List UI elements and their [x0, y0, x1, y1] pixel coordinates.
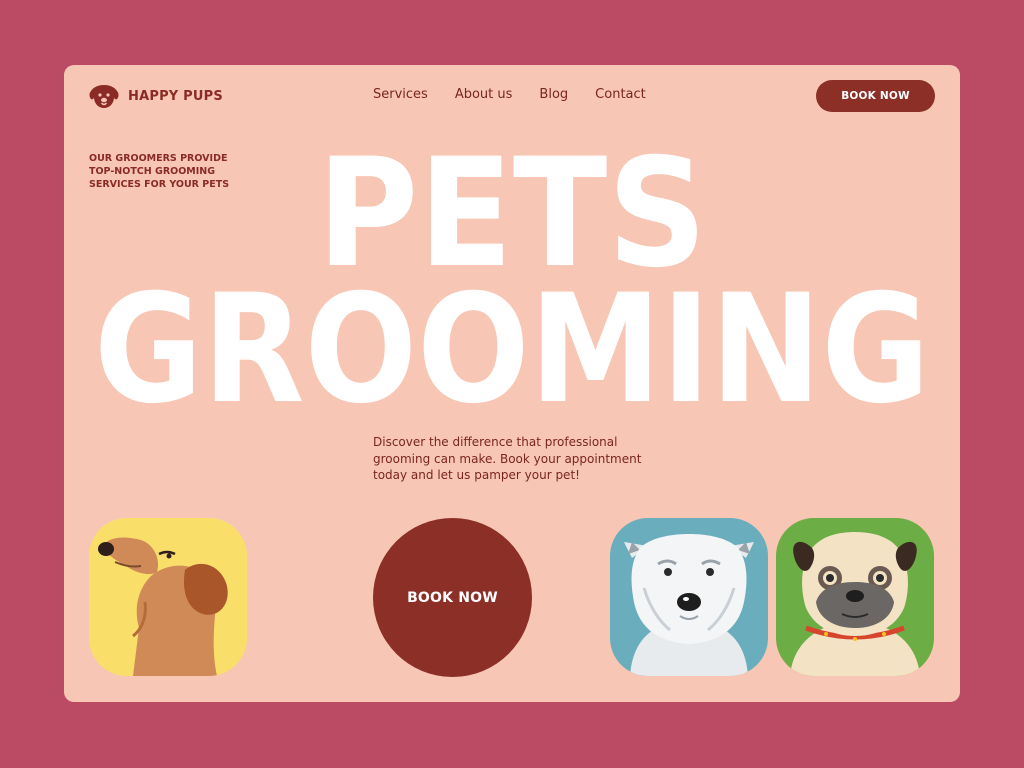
hero-heading: PETS GROOMING — [94, 127, 930, 425]
pug-illustration — [790, 532, 920, 676]
dachshund-illustration — [98, 537, 228, 676]
westie-tile — [610, 518, 768, 676]
dachshund-tile — [89, 518, 247, 676]
pug-tile — [776, 518, 934, 676]
hero-description: Discover the difference that professiona… — [373, 435, 642, 482]
westie-illustration — [624, 534, 754, 676]
hero-line-2: GROOMING — [94, 263, 930, 425]
book-now-circle-button[interactable]: BOOK NOW — [373, 518, 532, 677]
landing-card: HAPPY PUPS Services About us Blog Contac… — [64, 65, 960, 702]
